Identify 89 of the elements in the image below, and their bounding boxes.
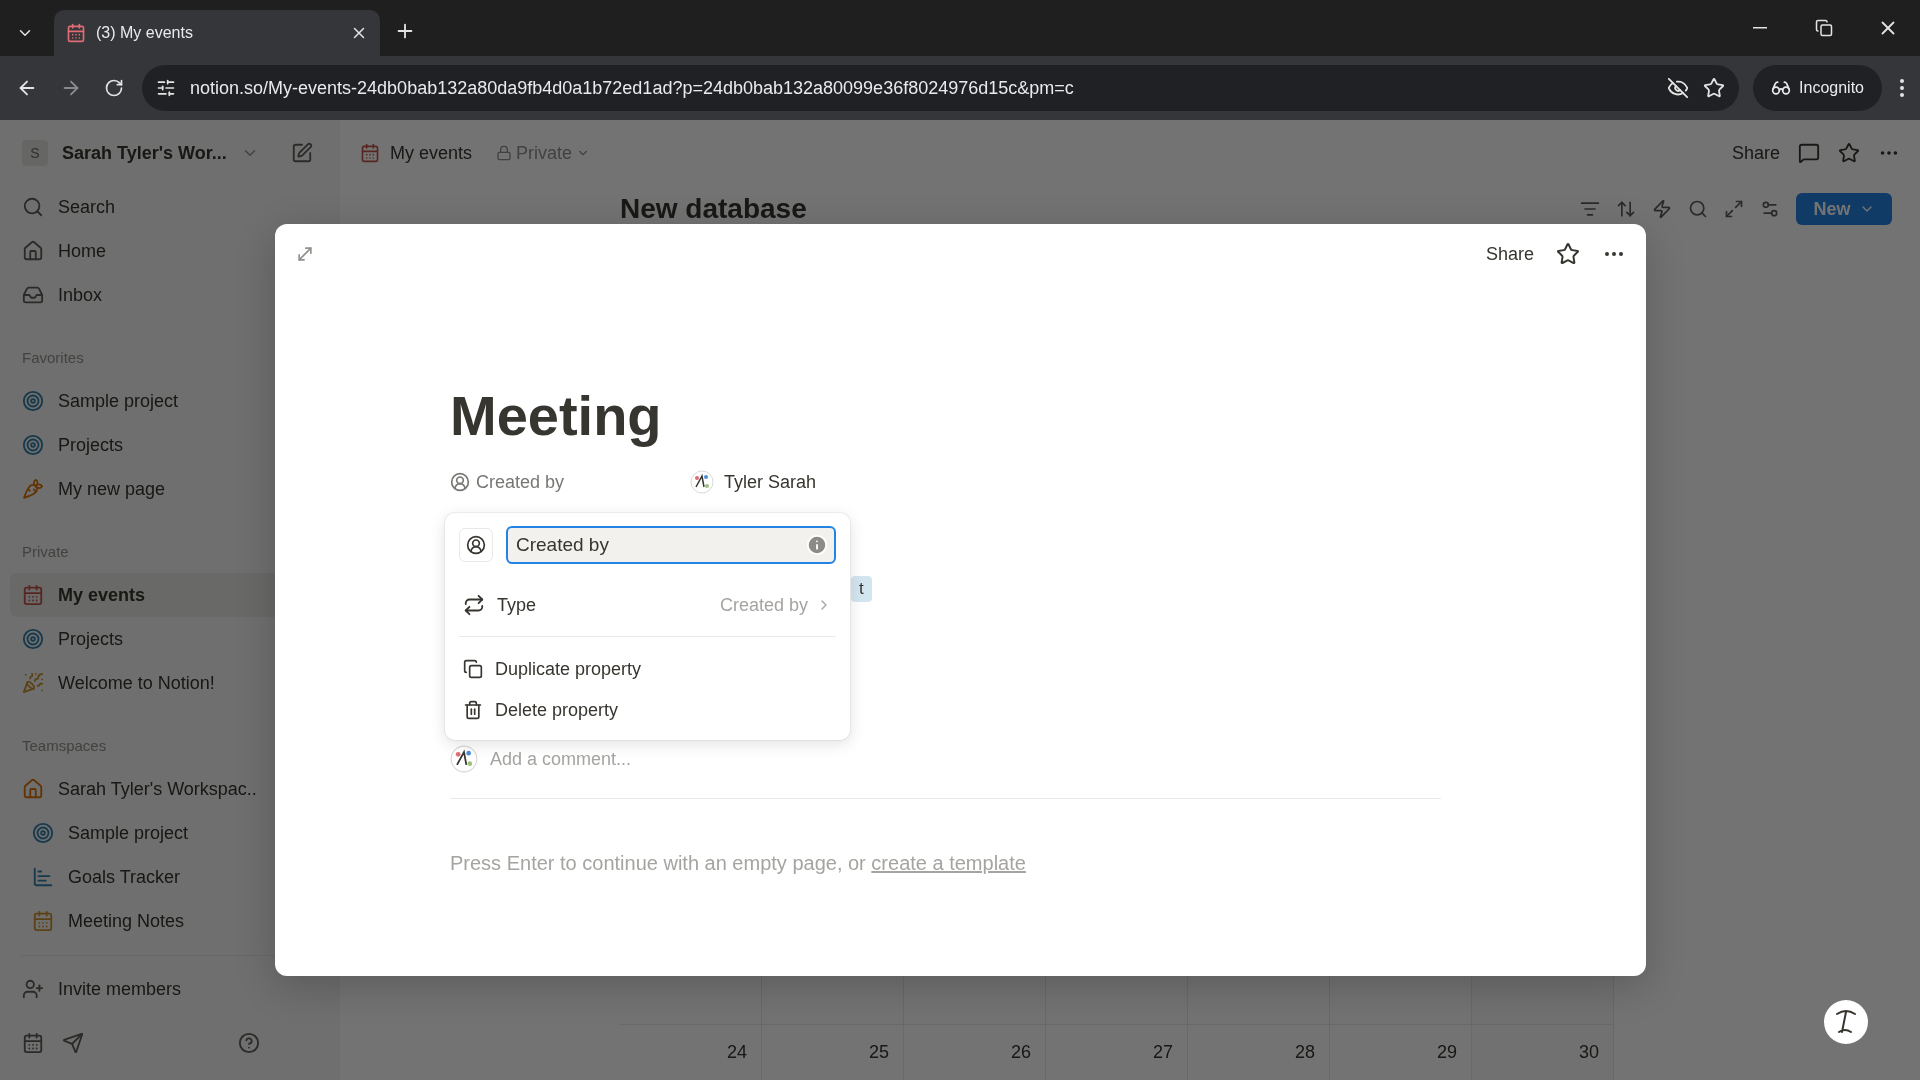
browser-tab[interactable]: (3) My events [54, 10, 380, 56]
trash-icon [463, 700, 483, 720]
target-icon [22, 628, 44, 650]
calendar-day-cell: 24 [620, 1024, 762, 1080]
sidebar-nav-item[interactable]: Inbox [10, 273, 330, 317]
send-icon[interactable] [62, 1032, 84, 1054]
house-icon [22, 778, 44, 800]
comment-icon[interactable] [1798, 142, 1820, 164]
expand-icon[interactable] [1724, 199, 1744, 219]
calendar-day-cell: 27 [1046, 1024, 1188, 1080]
sidebar-nav-item[interactable]: Home [10, 229, 330, 273]
more-icon [1900, 79, 1904, 97]
calendar-icon[interactable] [22, 1032, 44, 1054]
share-button[interactable]: Share [1485, 243, 1534, 265]
lock-icon [496, 145, 513, 161]
scribble-icon [1833, 1008, 1859, 1036]
party-popper-icon [22, 672, 44, 694]
calendar-icon [66, 23, 86, 43]
search-icon[interactable] [1688, 199, 1708, 219]
calendar-day-cell: 28 [1188, 1024, 1330, 1080]
calendar-icon [22, 584, 44, 606]
share-button[interactable]: Share [1731, 142, 1780, 164]
home-icon [22, 240, 44, 262]
eye-off-icon[interactable] [1667, 77, 1690, 99]
target-icon [32, 822, 54, 844]
sidebar-item[interactable]: Meeting Notes [10, 899, 330, 943]
sidebar-item[interactable]: Sarah Tyler's Workspac.. [10, 767, 330, 811]
avatar-icon [690, 470, 714, 494]
calendar-day-cell: 29 [1330, 1024, 1472, 1080]
property-icon-button[interactable] [459, 528, 493, 562]
inbox-icon [22, 284, 44, 306]
sidebar-item[interactable]: Projects [10, 617, 330, 661]
sidebar-item[interactable]: Projects [10, 423, 330, 467]
expand-icon[interactable] [295, 244, 315, 264]
copy-icon [463, 659, 483, 679]
type-menu-item[interactable]: Type Created by [459, 587, 836, 623]
assistant-button[interactable] [1824, 1000, 1868, 1044]
template-hint: Press Enter to continue with an empty page, or create a template [450, 851, 1027, 876]
workspace-name[interactable]: Sarah Tyler's Wor... [62, 142, 227, 164]
user-plus-icon [22, 978, 44, 1000]
calendar-icon [32, 910, 54, 932]
new-page-icon[interactable] [290, 142, 313, 164]
user-icon [466, 535, 486, 555]
sidebar-item[interactable]: Sample project [10, 811, 330, 855]
sidebar-item[interactable]: Sample project [10, 379, 330, 423]
sidebar-item[interactable]: Goals Tracker [10, 855, 330, 899]
filter-icon[interactable] [1580, 199, 1600, 219]
avatar-icon [450, 745, 478, 773]
lightning-icon[interactable] [1652, 199, 1672, 219]
user-icon [450, 472, 470, 492]
calendar-icon [360, 143, 380, 163]
breadcrumb[interactable]: My events [390, 142, 473, 164]
chart-icon [32, 866, 54, 888]
search-icon [22, 196, 44, 218]
sidebar-item[interactable]: My new page [10, 467, 330, 511]
target-icon [22, 390, 44, 412]
glasses-icon [1771, 78, 1792, 98]
incognito-button[interactable]: Incognito [1753, 65, 1882, 111]
new-button[interactable]: New [1796, 193, 1892, 225]
tag: t [851, 576, 872, 602]
template-link[interactable]: create a template [871, 852, 1026, 874]
property-name: Created by [476, 471, 565, 493]
sort-icon[interactable] [1616, 199, 1636, 219]
comment-field[interactable]: Add a comment... [490, 748, 632, 770]
minimize-icon [1753, 27, 1767, 29]
menu-item[interactable]: Duplicate property [459, 652, 836, 686]
reload-icon [104, 78, 124, 98]
calendar-day-cell: 26 [904, 1024, 1046, 1080]
info-icon [806, 534, 828, 556]
address-bar[interactable]: notion.so/My-events-24db0bab132a80da9fb4d0a1b72ed1ad?p=24db0bab132a80099e36f8024976d15c&pm=c [142, 65, 1740, 111]
calendar-day-cell: 30 [1472, 1024, 1614, 1080]
sidebar-nav-item[interactable]: Search [10, 185, 330, 229]
repeat-icon [463, 594, 485, 616]
carrot-icon [22, 478, 44, 500]
page-title: Meeting [450, 383, 663, 449]
help-icon[interactable] [238, 1032, 260, 1054]
database-title: New database [620, 193, 807, 225]
site-info-icon[interactable] [156, 78, 176, 98]
sidebar-item[interactable]: Welcome to Notion! [10, 661, 330, 705]
calendar-day-cell: 25 [762, 1024, 904, 1080]
property-value: Tyler Sarah [724, 471, 817, 493]
settings-icon[interactable] [1760, 199, 1780, 219]
invite-members-item[interactable]: Invite members [10, 967, 330, 1011]
star-icon[interactable] [1556, 242, 1580, 266]
target-icon [22, 434, 44, 456]
star-icon[interactable] [1838, 142, 1860, 164]
restore-icon [1815, 19, 1833, 37]
menu-item[interactable]: Delete property [459, 693, 836, 727]
property-name-field[interactable]: Created by [506, 526, 836, 564]
